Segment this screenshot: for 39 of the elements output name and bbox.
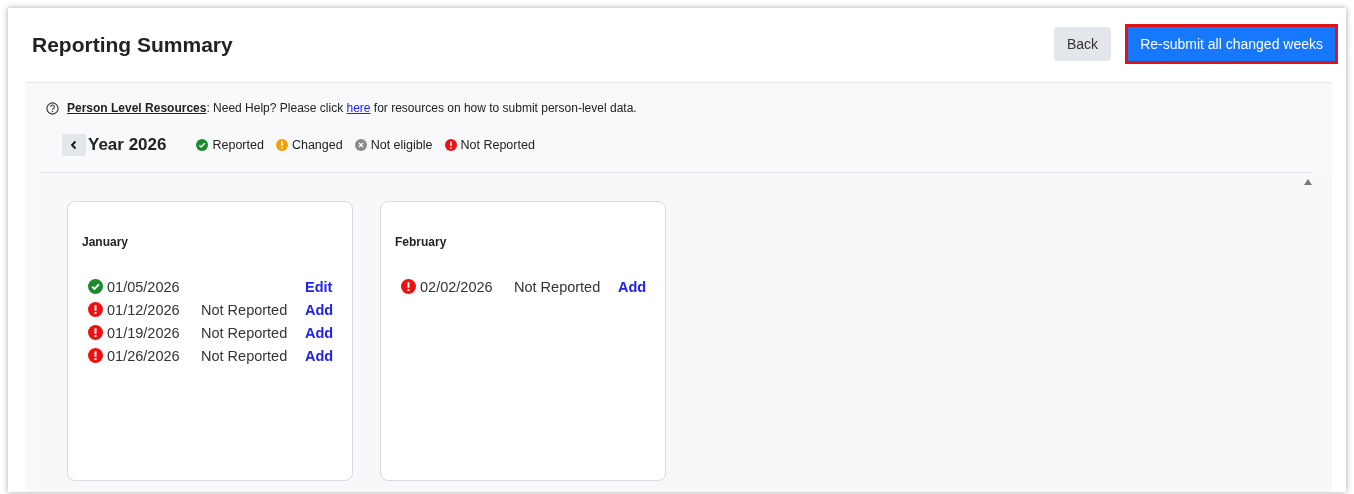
scroll-up-icon[interactable] — [1304, 179, 1312, 185]
exclamation-circle-icon — [401, 279, 416, 294]
week-status: Not Reported — [201, 302, 288, 318]
week-status: Not Reported — [201, 325, 288, 341]
x-circle-icon — [354, 139, 367, 151]
month-name: January — [82, 235, 129, 249]
week-action-link[interactable]: Add — [305, 348, 334, 364]
check-circle-icon — [196, 139, 209, 151]
week-action-link[interactable]: Add — [305, 325, 334, 341]
week-date: 01/26/2026 — [107, 348, 181, 364]
week-date: 01/05/2026 — [107, 279, 181, 295]
month-name: February — [395, 235, 447, 249]
back-button[interactable]: Back — [1054, 27, 1112, 61]
legend-label: Reported — [212, 138, 264, 152]
help-link[interactable]: here — [346, 101, 371, 115]
help-text: Person Level Resources: Need Help? Please click here for resources on how to submit person-level data. — [67, 101, 637, 115]
week-date: 01/19/2026 — [107, 325, 181, 341]
exclamation-circle-icon — [444, 139, 457, 151]
resubmit-button[interactable]: Re-submit all changed weeks — [1125, 24, 1338, 64]
week-action-link[interactable]: Edit — [305, 279, 333, 295]
chevron-left-icon — [69, 140, 79, 150]
legend-label: Not Reported — [460, 138, 535, 152]
exclamation-circle-icon — [88, 348, 103, 363]
page-title: Reporting Summary — [32, 33, 233, 57]
week-action-link[interactable]: Add — [305, 302, 334, 318]
legend-label: Changed — [291, 138, 343, 152]
legend-label: Not eligible — [370, 138, 433, 152]
year-label: Year 2026 — [88, 135, 167, 155]
week-date: 01/12/2026 — [107, 302, 181, 318]
help-icon — [46, 101, 59, 115]
week-action-link[interactable]: Add — [618, 279, 647, 295]
exclamation-circle-icon — [275, 139, 288, 151]
exclamation-circle-icon — [88, 302, 103, 317]
check-circle-icon — [88, 279, 103, 294]
exclamation-circle-icon — [88, 325, 103, 340]
week-status: Not Reported — [201, 348, 288, 364]
week-date: 02/02/2026 — [420, 279, 494, 295]
week-status: Not Reported — [514, 279, 601, 295]
previous-year-button[interactable] — [62, 134, 86, 156]
